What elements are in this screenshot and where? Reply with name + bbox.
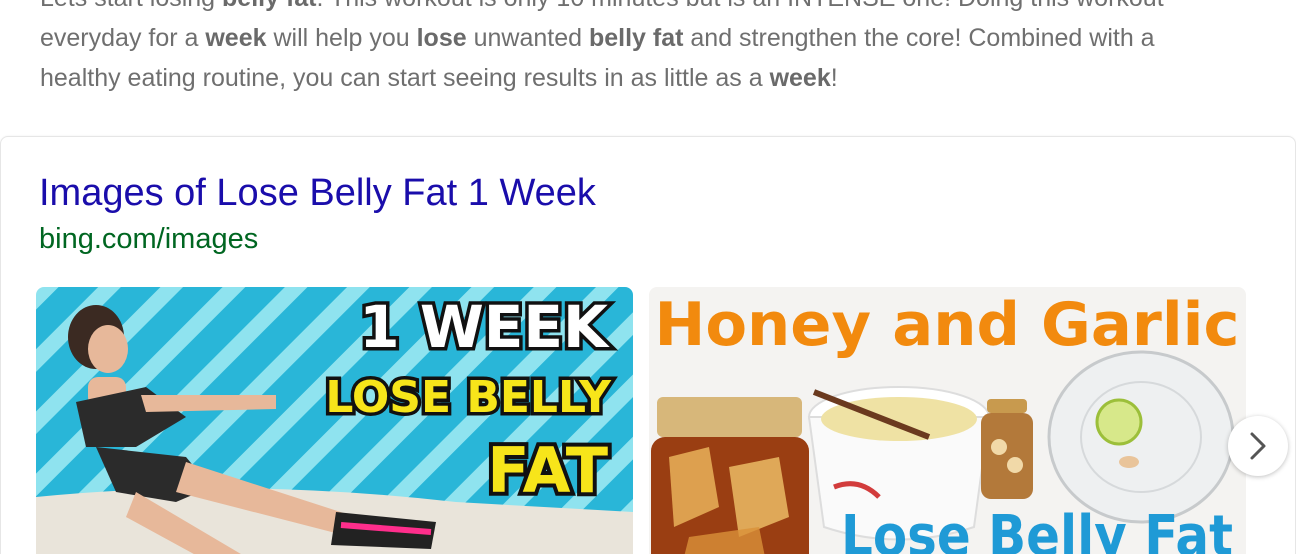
snippet-bold: week bbox=[205, 24, 267, 52]
snippet-line: everyday for a week will help you lose u… bbox=[40, 18, 1240, 58]
search-results-page: Lets start losing belly fat. This workou… bbox=[0, 0, 1296, 554]
snippet-text: will help you bbox=[266, 24, 417, 52]
image-carousel: 1 WEEK LOSE BELLY FAT Honey and Garlic L… bbox=[36, 287, 1296, 554]
snippet-text: and strengthen the core! Combined with a bbox=[683, 24, 1155, 52]
snippet-bold: belly fat bbox=[222, 0, 316, 12]
thumb1-line3: FAT bbox=[487, 434, 608, 507]
thumb1-line2: LOSE BELLY bbox=[325, 372, 612, 423]
thumbnail-2-graphic: Honey and Garlic Lose Belly Fat bbox=[649, 287, 1246, 554]
thumb2-top-text: Honey and Garlic bbox=[655, 290, 1240, 360]
carousel-next-button[interactable] bbox=[1228, 416, 1288, 476]
thumb1-line1: 1 WEEK bbox=[359, 293, 610, 361]
snippet-text: unwanted bbox=[466, 24, 589, 52]
honey-jar bbox=[651, 397, 809, 554]
image-thumbnail-lose-belly-fat-workout[interactable]: 1 WEEK LOSE BELLY FAT bbox=[36, 287, 633, 554]
snippet-bold: belly fat bbox=[588, 24, 684, 52]
garlic-bottle bbox=[981, 399, 1033, 499]
image-results-title-link[interactable]: Images of Lose Belly Fat 1 Week bbox=[39, 171, 596, 215]
thumbnail-1-graphic: 1 WEEK LOSE BELLY FAT bbox=[36, 287, 633, 554]
result-snippet: Lets start losing belly fat. This workou… bbox=[40, 0, 1240, 98]
snippet-text: . This workout is only 10 minutes but is… bbox=[317, 0, 1164, 12]
snippet-text: ! bbox=[830, 64, 838, 92]
image-results-card: Images of Lose Belly Fat 1 Week bing.com… bbox=[0, 136, 1296, 554]
snippet-line: Lets start losing belly fat. This workou… bbox=[40, 0, 1240, 18]
snippet-bold: week bbox=[769, 64, 831, 92]
snippet-line: healthy eating routine, you can start se… bbox=[40, 58, 1240, 98]
image-thumbnail-honey-garlic[interactable]: Honey and Garlic Lose Belly Fat bbox=[649, 287, 1246, 554]
chevron-right-icon bbox=[1250, 432, 1266, 460]
snippet-text: everyday for a bbox=[40, 24, 206, 52]
glass-bowl bbox=[1047, 350, 1235, 524]
snippet-text: Lets start losing bbox=[40, 0, 222, 12]
image-results-source-url: bing.com/images bbox=[39, 223, 259, 255]
thumb2-bottom-text: Lose Belly Fat bbox=[841, 504, 1233, 554]
snippet-bold: lose bbox=[416, 24, 467, 52]
snippet-text: healthy eating routine, you can start se… bbox=[40, 64, 770, 92]
